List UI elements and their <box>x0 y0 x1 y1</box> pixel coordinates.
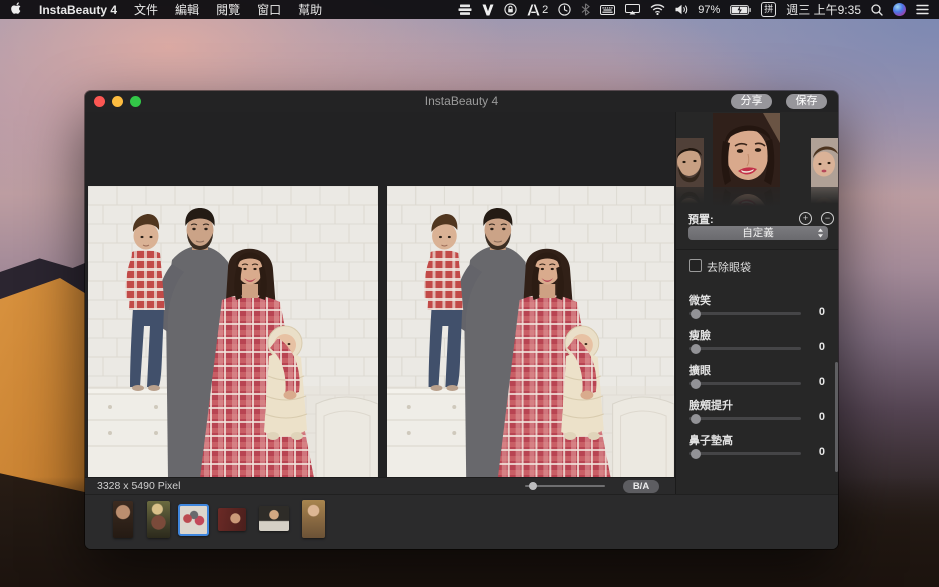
slider-smile: 微笑 0 <box>676 292 838 325</box>
menu-view[interactable]: 閱覽 <box>216 1 240 18</box>
photo-after[interactable] <box>387 186 674 478</box>
slider-value: 0 <box>819 446 825 458</box>
zoom-slider[interactable] <box>525 485 605 487</box>
face-thumb-toddler[interactable] <box>811 138 838 187</box>
input-method-badge[interactable]: 拼 <box>761 2 776 17</box>
slider-label: 微笑 <box>689 292 711 308</box>
slider-value: 0 <box>819 306 825 318</box>
close-button[interactable] <box>94 96 105 107</box>
filmstrip-thumb-4[interactable] <box>218 508 246 531</box>
share-button[interactable]: 分享 <box>731 94 772 109</box>
menu-edit[interactable]: 編輯 <box>175 1 199 18</box>
spotlight-search-icon[interactable] <box>871 4 883 16</box>
slider-track[interactable] <box>689 382 801 385</box>
zoom-slider-knob[interactable] <box>529 482 537 490</box>
slider-label: 擴眼 <box>689 362 711 378</box>
zoom-button[interactable] <box>130 96 141 107</box>
slider-label: 鼻子墊高 <box>689 432 733 448</box>
menu-file[interactable]: 文件 <box>134 1 158 18</box>
face-thumb-man[interactable] <box>676 138 704 187</box>
save-button[interactable]: 保存 <box>786 94 827 109</box>
apple-menu-icon[interactable] <box>10 1 22 18</box>
screen: InstaBeauty 4 文件 編輯 閱覽 窗口 幫助 2 <box>0 0 939 587</box>
menu-app-name[interactable]: InstaBeauty 4 <box>39 3 117 17</box>
slider-value: 0 <box>819 411 825 423</box>
photo-before[interactable] <box>88 186 378 478</box>
slider-nose-lift: 鼻子墊高 0 <box>676 432 838 465</box>
slider-track[interactable] <box>689 452 801 455</box>
battery-percent: 97% <box>698 4 720 16</box>
face-thumb-woman-selected[interactable] <box>713 113 780 187</box>
window-title: InstaBeauty 4 <box>205 91 718 112</box>
dropdown-stepper-icon <box>817 228 824 242</box>
face-reflection <box>811 187 838 205</box>
slider-track[interactable] <box>689 312 801 315</box>
face-reflection <box>676 187 704 205</box>
lock-circle-icon[interactable] <box>504 3 517 16</box>
slider-knob[interactable] <box>691 379 701 389</box>
panel-scrollbar[interactable] <box>835 362 838 472</box>
filmstrip-thumb-6[interactable] <box>302 500 325 538</box>
slider-track[interactable] <box>689 347 801 350</box>
minimize-button[interactable] <box>112 96 123 107</box>
keyboard-icon[interactable] <box>600 5 615 15</box>
slider-value: 0 <box>819 341 825 353</box>
filmstrip-thumb-5[interactable] <box>259 506 289 531</box>
add-preset-button[interactable]: + <box>799 212 812 225</box>
slider-knob[interactable] <box>691 449 701 459</box>
menu-help[interactable]: 幫助 <box>298 1 322 18</box>
menu-clock[interactable]: 週三 上午9:35 <box>786 1 861 18</box>
notification-center-icon[interactable] <box>916 4 929 15</box>
remove-preset-button[interactable]: − <box>821 212 834 225</box>
before-after-button[interactable]: B/A <box>623 480 659 493</box>
wifi-icon[interactable] <box>650 4 665 15</box>
menu-bar: InstaBeauty 4 文件 編輯 閱覽 窗口 幫助 2 <box>0 0 939 19</box>
adobe-cc-icon[interactable]: 2 <box>527 4 548 16</box>
time-machine-icon[interactable] <box>558 3 571 16</box>
remove-eyebags-checkbox[interactable] <box>689 259 702 272</box>
filmstrip <box>85 494 838 549</box>
slider-label: 瘦臉 <box>689 327 711 343</box>
battery-icon[interactable] <box>730 5 751 15</box>
siri-icon[interactable] <box>893 3 906 16</box>
editing-canvas: 3328 x 5490 Pixel B/A <box>85 112 675 494</box>
panel-divider <box>676 249 838 250</box>
v-app-icon[interactable] <box>482 4 494 16</box>
slider-label: 臉頰提升 <box>689 397 733 413</box>
slider-cheek-lift: 臉頰提升 0 <box>676 397 838 430</box>
slider-enlarge-eyes: 擴眼 0 <box>676 362 838 395</box>
adobe-badge-count: 2 <box>542 4 548 16</box>
slider-slim-face: 瘦臉 0 <box>676 327 838 360</box>
slider-knob[interactable] <box>691 344 701 354</box>
remove-eyebags-label: 去除眼袋 <box>707 259 751 275</box>
preset-dropdown[interactable]: 自定義 <box>688 226 828 240</box>
airplay-icon[interactable] <box>625 4 640 15</box>
canvas-status-bar: 3328 x 5490 Pixel B/A <box>85 477 675 494</box>
slider-value: 0 <box>819 376 825 388</box>
slider-track[interactable] <box>689 417 801 420</box>
preset-label: 預置: <box>688 211 714 227</box>
bluetooth-icon[interactable] <box>581 3 590 16</box>
filmstrip-thumb-2[interactable] <box>147 501 170 538</box>
image-size-label: 3328 x 5490 Pixel <box>97 480 180 492</box>
volume-icon[interactable] <box>675 4 688 15</box>
menu-window[interactable]: 窗口 <box>257 1 281 18</box>
stack-icon[interactable] <box>458 4 472 16</box>
slider-knob[interactable] <box>691 309 701 319</box>
adjustments-panel: 預置: + − 自定義 去除眼袋 微笑 0 瘦臉 <box>675 112 838 494</box>
face-reflection <box>713 187 780 208</box>
title-bar[interactable]: InstaBeauty 4 分享 保存 <box>85 91 838 113</box>
preset-dropdown-value: 自定義 <box>742 227 774 239</box>
slider-knob[interactable] <box>691 414 701 424</box>
remove-eyebags-row: 去除眼袋 <box>676 258 838 272</box>
filmstrip-thumb-3-selected[interactable] <box>178 504 209 536</box>
filmstrip-thumb-1[interactable] <box>113 501 133 538</box>
app-window: InstaBeauty 4 分享 保存 <box>85 91 838 549</box>
